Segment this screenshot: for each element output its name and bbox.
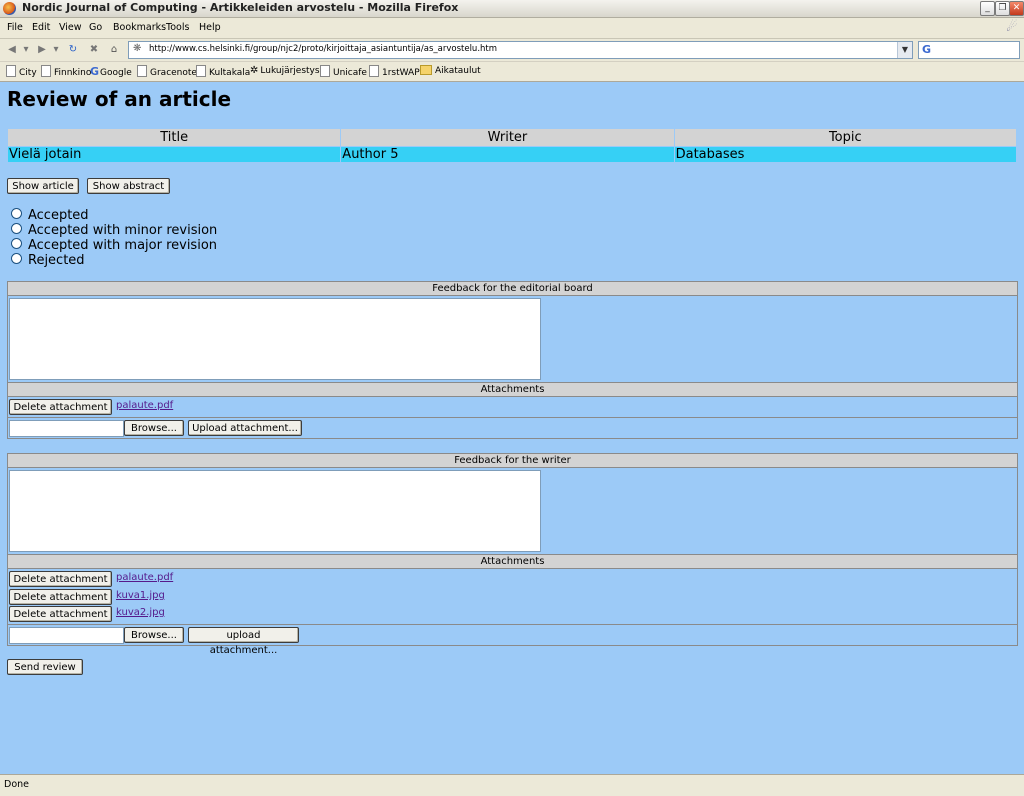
page-icon [196, 65, 206, 77]
reload-icon[interactable]: ↻ [65, 42, 81, 58]
address-dropdown-icon[interactable]: ▼ [897, 42, 912, 58]
radio-major-revision[interactable]: Accepted with major revision [11, 238, 217, 253]
google-icon: G [90, 65, 100, 78]
page-icon [41, 65, 51, 77]
radio-accepted[interactable]: Accepted [11, 208, 89, 223]
browse-button[interactable]: Browse... [124, 420, 184, 436]
close-icon[interactable]: ✕ [1009, 1, 1024, 16]
writer-feedback-textarea[interactable] [9, 470, 541, 552]
cell-title: Vielä jotain [6, 146, 342, 163]
folder-icon [420, 65, 432, 75]
page-icon [137, 65, 147, 77]
show-article-button[interactable]: Show article [7, 178, 79, 194]
send-review-button[interactable]: Send review [7, 659, 83, 675]
address-url[interactable]: http://www.cs.helsinki.fi/group/njc2/pro… [149, 44, 497, 54]
window-title: Nordic Journal of Computing - Artikkelei… [22, 1, 459, 14]
back-dropdown-icon[interactable]: ▾ [22, 42, 30, 58]
bookmark-unicafe[interactable]: Unicafe [320, 65, 367, 78]
menu-go[interactable]: Go [89, 22, 102, 33]
radio-circle[interactable] [11, 238, 22, 249]
bookmark-city[interactable]: City [6, 65, 37, 78]
radio-circle[interactable] [11, 208, 22, 219]
forward-icon[interactable]: ▶ [34, 42, 50, 58]
editorial-feedback-textarea[interactable] [9, 298, 541, 380]
page-icon [369, 65, 379, 77]
menubar: File Edit View Go Bookmarks Tools Help ☄ [0, 18, 1024, 39]
bookmark-google[interactable]: GGoogle [90, 65, 132, 78]
status-bar: Done [0, 774, 1024, 796]
attachment-link[interactable]: palaute.pdf [116, 400, 173, 411]
bookmark-lukujarjestys[interactable]: ✲ Lukujärjestys [250, 65, 320, 76]
menu-help[interactable]: Help [199, 22, 221, 33]
bookmarks-toolbar: City Finnkino GGoogle Gracenote Kultakal… [0, 62, 1024, 82]
attachment-link[interactable]: kuva1.jpg [116, 590, 165, 601]
menu-edit[interactable]: Edit [32, 22, 50, 33]
delete-attachment-button[interactable]: Delete attachment [9, 399, 112, 415]
home-icon[interactable]: ⌂ [106, 42, 122, 58]
writer-feedback-header: Feedback for the writer [8, 454, 1017, 468]
window-titlebar: Nordic Journal of Computing - Artikkelei… [0, 0, 1024, 18]
column-header-writer: Writer [340, 128, 675, 147]
table-row: Vielä jotain Author 5 Databases [6, 146, 1018, 163]
editorial-feedback-panel: Feedback for the editorial board Attachm… [7, 281, 1018, 439]
address-bar[interactable]: ❋ http://www.cs.helsinki.fi/group/njc2/p… [128, 41, 913, 59]
file-path-input[interactable] [9, 627, 124, 644]
back-icon[interactable]: ◀ [4, 42, 20, 58]
radio-rejected[interactable]: Rejected [11, 253, 85, 268]
menu-tools[interactable]: Tools [166, 22, 189, 33]
bookmark-1rstwap[interactable]: 1rstWAP [369, 65, 420, 78]
editorial-feedback-header: Feedback for the editorial board [8, 282, 1017, 296]
menu-bookmarks[interactable]: Bookmarks [113, 22, 166, 33]
star-icon: ✲ [250, 65, 259, 76]
browse-button[interactable]: Browse... [124, 627, 184, 643]
bookmark-aikataulut[interactable]: Aikataulut [420, 65, 481, 76]
delete-attachment-button[interactable]: Delete attachment [9, 571, 112, 587]
column-header-title: Title [6, 128, 342, 147]
attachment-link[interactable]: kuva2.jpg [116, 607, 165, 618]
status-text: Done [4, 779, 29, 790]
search-box[interactable]: G [918, 41, 1020, 59]
firefox-icon [3, 2, 16, 15]
delete-attachment-button[interactable]: Delete attachment [9, 606, 112, 622]
google-search-icon[interactable]: G [922, 43, 931, 56]
page-icon [320, 65, 330, 77]
writer-attachments-header: Attachments [8, 554, 1017, 569]
cell-topic: Databases [673, 146, 1018, 163]
attachment-link[interactable]: palaute.pdf [116, 572, 173, 583]
writer-feedback-panel: Feedback for the writer Attachments Dele… [7, 453, 1018, 656]
delete-attachment-button[interactable]: Delete attachment [9, 589, 112, 605]
page-title: Review of an article [7, 87, 232, 111]
menu-view[interactable]: View [59, 22, 82, 33]
radio-circle[interactable] [11, 223, 22, 234]
stop-icon[interactable]: ✖ [86, 42, 102, 58]
bookmark-kultakala[interactable]: Kultakala [196, 65, 250, 78]
throbber-icon: ☄ [1006, 20, 1018, 35]
forward-dropdown-icon[interactable]: ▾ [52, 42, 60, 58]
bookmark-gracenote[interactable]: Gracenote [137, 65, 197, 78]
bookmark-finnkino[interactable]: Finnkino [41, 65, 91, 78]
show-abstract-button[interactable]: Show abstract [87, 178, 170, 194]
navigation-toolbar: ◀ ▾ ▶ ▾ ↻ ✖ ⌂ ❋ http://www.cs.helsinki.f… [0, 39, 1024, 62]
page-icon: ❋ [133, 43, 142, 54]
column-header-topic: Topic [673, 128, 1018, 147]
menu-file[interactable]: File [7, 22, 23, 33]
article-table: Title Writer Topic Vielä jotain Author 5… [6, 128, 1018, 163]
radio-minor-revision[interactable]: Accepted with minor revision [11, 223, 217, 238]
minimize-icon[interactable]: _ [980, 1, 995, 16]
editorial-attachments-header: Attachments [8, 382, 1017, 397]
divider [8, 417, 1017, 418]
maximize-icon[interactable]: ❐ [995, 1, 1010, 16]
page-icon [6, 65, 16, 77]
file-path-input[interactable] [9, 420, 124, 437]
cell-writer: Author 5 [340, 146, 675, 163]
divider [8, 624, 1017, 625]
upload-attachment-button[interactable]: Upload attachment... [188, 420, 302, 436]
upload-attachment-button[interactable]: upload attachment... [188, 627, 299, 656]
page-content: Review of an article Title Writer Topic … [0, 82, 1024, 774]
radio-circle[interactable] [11, 253, 22, 264]
